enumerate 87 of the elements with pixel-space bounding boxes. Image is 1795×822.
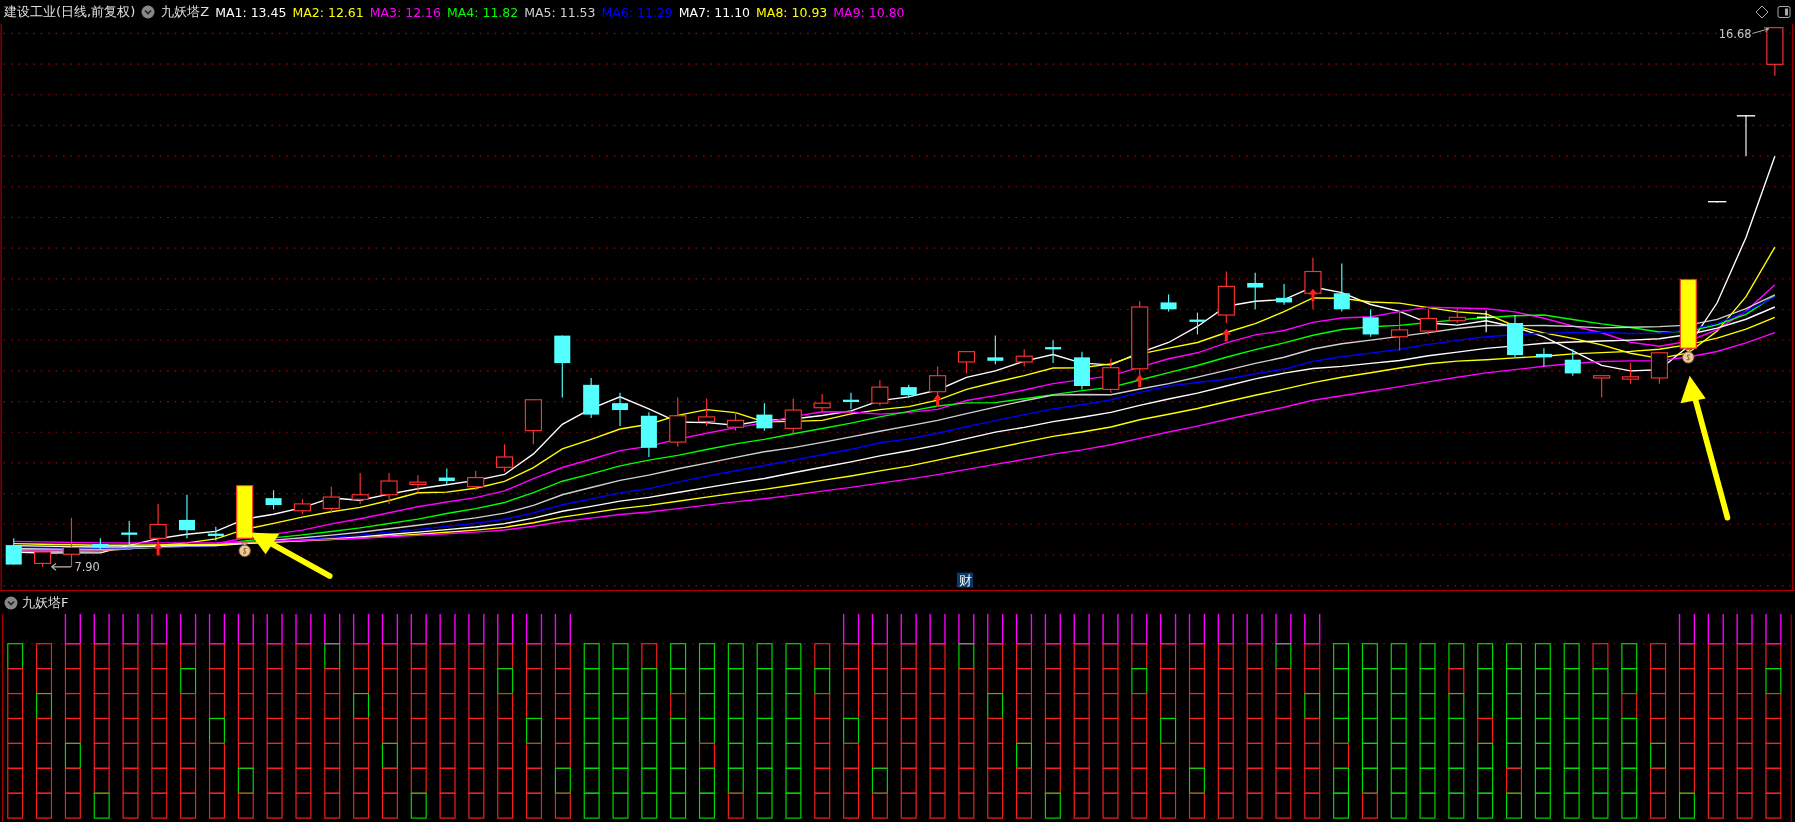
candlestick	[1679, 278, 1697, 349]
candlestick	[1160, 293, 1177, 313]
candlestick	[1045, 339, 1062, 364]
candlestick	[554, 335, 571, 398]
indicator-name[interactable]: 九妖塔F	[22, 593, 69, 612]
up-arrow-icon	[1221, 328, 1231, 342]
up-arrow-icon	[1308, 288, 1318, 302]
moving-average-value: MA1: 13.45	[215, 4, 287, 20]
candlestick	[207, 526, 224, 542]
candlestick	[351, 472, 369, 505]
candlestick	[1276, 283, 1293, 306]
candlestick	[987, 335, 1004, 365]
candlestick	[871, 379, 889, 406]
candlestick	[1304, 257, 1322, 310]
candlestick	[1650, 352, 1668, 385]
candlestick	[1707, 201, 1727, 204]
candlestick	[1189, 312, 1206, 336]
up-arrow-icon	[153, 542, 163, 556]
candlestick	[1217, 270, 1235, 324]
candlestick	[495, 443, 514, 473]
moving-average-value: MA7: 11.10	[678, 4, 751, 20]
finance-event-badge[interactable]: 财	[957, 572, 974, 589]
candlestick	[293, 498, 312, 515]
candlestick	[669, 396, 687, 448]
moving-average-value: MA5: 11.53	[524, 4, 596, 20]
chart-title: 建设工业(日线,前复权)	[4, 3, 136, 21]
candlestick	[1535, 347, 1552, 368]
moving-average-value: MA3: 12.16	[369, 4, 441, 20]
left-arrow-icon	[50, 562, 72, 571]
candlestick	[1564, 348, 1581, 377]
candlestick	[1102, 357, 1120, 394]
moving-average-value: MA6: 11.29	[601, 4, 673, 20]
candlestick	[1333, 262, 1350, 313]
candlestick	[265, 489, 282, 511]
candlestick	[583, 377, 600, 419]
candlestick	[929, 365, 947, 397]
money-bag-icon	[1682, 349, 1695, 364]
candlestick	[1015, 348, 1033, 368]
candlestick	[438, 467, 455, 485]
moving-average-value: MA2: 12.61	[292, 4, 364, 20]
leader-line	[1752, 27, 1770, 34]
candlestick	[322, 486, 340, 513]
candlestick	[612, 392, 629, 427]
candlestick	[1247, 272, 1264, 310]
money-bag-icon	[238, 542, 251, 557]
candlestick	[698, 398, 716, 427]
candlestick	[726, 411, 745, 432]
candlestick	[900, 384, 917, 398]
candlestick	[380, 472, 398, 505]
candlestick	[756, 402, 773, 432]
candlestick	[957, 351, 976, 374]
candlestick	[1073, 351, 1090, 390]
candlestick	[524, 399, 542, 445]
candlestick	[34, 551, 52, 568]
candlestick	[236, 485, 254, 539]
candlestick	[1593, 375, 1611, 398]
candlestick	[1448, 307, 1466, 324]
high-price-label: 16.68	[1718, 27, 1752, 41]
candlestick	[813, 393, 831, 413]
candlestick	[784, 398, 802, 434]
dropdown-icon[interactable]	[141, 5, 156, 19]
candlestick	[1507, 314, 1524, 358]
candlestick	[5, 537, 22, 566]
up-arrow-icon	[933, 394, 943, 407]
candlestick	[92, 537, 109, 551]
moving-average-value: MA4: 11.82	[447, 4, 519, 20]
panel-toggle-icon[interactable]	[1777, 5, 1791, 19]
moving-average-value: MA8: 10.93	[756, 4, 828, 20]
candlestick	[1419, 308, 1437, 336]
candlestick	[1362, 308, 1379, 338]
indicator-name[interactable]: 九妖塔Z	[161, 3, 210, 21]
candlestick	[178, 494, 195, 539]
dropdown-icon[interactable]	[4, 595, 18, 610]
candlestick	[121, 520, 138, 547]
candlestick	[1766, 27, 1784, 77]
diamond-icon[interactable]	[1755, 5, 1769, 19]
moving-average-value: MA9: 10.80	[833, 4, 905, 20]
up-arrow-icon	[1135, 374, 1145, 388]
candlestick	[1390, 311, 1409, 352]
candlestick	[1736, 115, 1756, 157]
candlestick	[1621, 362, 1640, 385]
low-price-label: 7.90	[74, 560, 100, 575]
candlestick	[1476, 309, 1496, 333]
candlestick	[843, 392, 859, 410]
candlestick	[409, 474, 427, 493]
candlestick	[467, 470, 485, 491]
candlestick	[640, 411, 657, 458]
